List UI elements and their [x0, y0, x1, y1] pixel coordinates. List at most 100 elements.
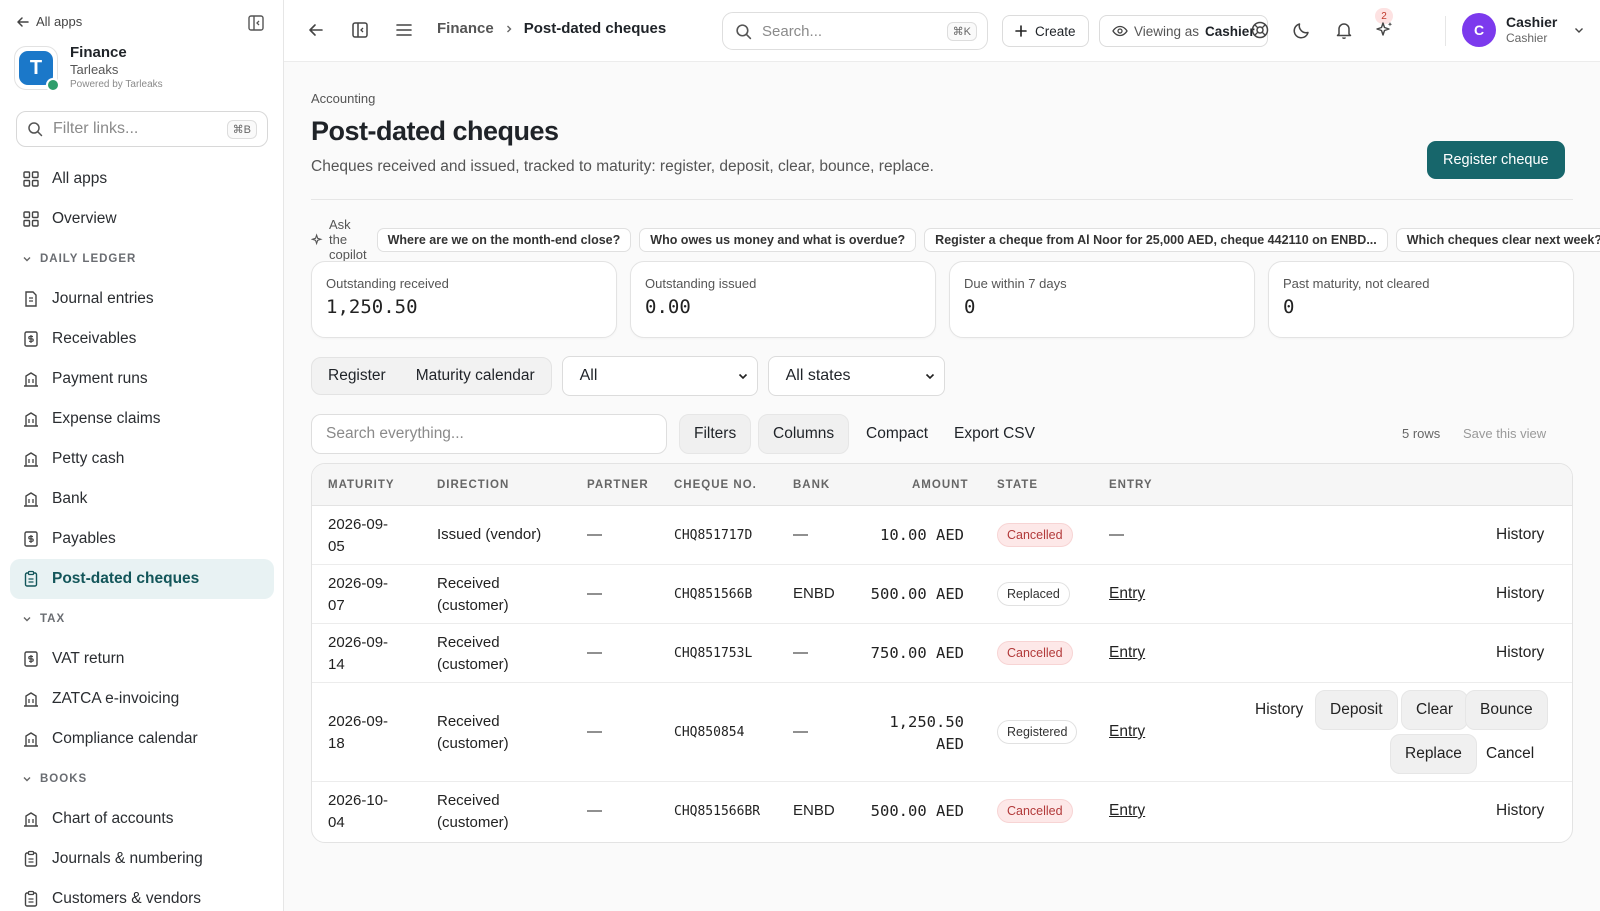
chevron-down-icon	[924, 370, 936, 382]
column-header[interactable]: AMOUNT	[912, 479, 967, 491]
sidebar-item-label: Journal entries	[52, 290, 154, 307]
column-header[interactable]: BANK	[793, 479, 830, 491]
table-row[interactable]: 2026-09- 14 Received (customer) — CHQ85175…	[312, 624, 1572, 683]
entry-link[interactable]: Entry	[1109, 800, 1145, 822]
sidebar-item-journal-entries[interactable]: Journal entries	[10, 279, 274, 319]
topbar: Finance Post-dated cheques Search... ⌘K …	[284, 0, 1600, 62]
section-books[interactable]: BOOKS	[10, 759, 274, 799]
user-menu[interactable]: C Cashier Cashier	[1462, 13, 1585, 47]
moon-icon[interactable]	[1292, 20, 1312, 40]
sidebar-item-overview[interactable]: Overview	[10, 199, 274, 239]
back-arrow-icon[interactable]	[306, 20, 326, 40]
table-row[interactable]: 2026-10- 04 Received (customer) — CHQ85156…	[312, 782, 1572, 842]
all-apps-link[interactable]: All apps	[16, 14, 82, 29]
history-button[interactable]: History	[1482, 515, 1558, 555]
column-header[interactable]: PARTNER	[587, 479, 649, 491]
sidebar-item-post-dated-cheques[interactable]: Post-dated cheques	[10, 559, 274, 599]
history-button[interactable]: History	[1482, 791, 1558, 831]
menu-icon[interactable]	[394, 20, 414, 40]
column-header[interactable]: MATURITY	[328, 479, 395, 491]
sidebar-item-petty-cash[interactable]: Petty cash	[10, 439, 274, 479]
replace-button[interactable]: Replace	[1390, 734, 1477, 774]
export-csv-button[interactable]: Export CSV	[940, 414, 1049, 454]
history-button[interactable]: History	[1482, 633, 1558, 673]
tab-register[interactable]: Register	[315, 361, 399, 391]
org-switcher[interactable]: T Finance Tarleaks Powered by Tarleaks	[14, 44, 163, 92]
sidebar-item-chart-of-accounts[interactable]: Chart of accounts	[10, 799, 274, 839]
search-icon	[735, 23, 752, 40]
sidebar-item-receivables[interactable]: Receivables	[10, 319, 274, 359]
kpi-label: Outstanding received	[326, 276, 449, 291]
cell-state: Cancelled	[997, 799, 1073, 823]
copilot-chip[interactable]: Which cheques clear next week?	[1395, 227, 1600, 252]
filter-shortcut: ⌘B	[226, 119, 257, 139]
columns-button[interactable]: Columns	[758, 414, 850, 454]
collapse-sidebar-icon[interactable]	[247, 14, 265, 32]
table-row[interactable]: 2026-09- 05 Issued (vendor) — CHQ851717D …	[312, 506, 1572, 565]
user-name: Cashier	[1506, 14, 1558, 30]
bell-icon[interactable]	[1334, 20, 1354, 40]
column-header[interactable]: ENTRY	[1109, 479, 1153, 491]
page-eyebrow: Accounting	[311, 91, 376, 106]
column-header[interactable]: DIRECTION	[437, 479, 509, 491]
sidebar-item-journals-numbering[interactable]: Journals & numbering	[10, 839, 274, 879]
help-icon[interactable]	[1250, 20, 1270, 40]
global-search-input[interactable]: Search... ⌘K	[722, 12, 988, 50]
tab-maturity-calendar[interactable]: Maturity calendar	[403, 361, 548, 391]
sidebar-item-label: Bank	[52, 490, 88, 507]
sidebar-item-payment-runs[interactable]: Payment runs	[10, 359, 274, 399]
sidebar-item-label: All apps	[52, 170, 108, 187]
filters-button[interactable]: Filters	[679, 414, 752, 454]
table-search-input[interactable]: Search everything...	[311, 414, 667, 454]
sparkle-icon[interactable]	[1375, 20, 1395, 40]
column-header[interactable]: CHEQUE NO.	[674, 479, 757, 491]
viewing-as-button[interactable]: Viewing as Cashier	[1099, 15, 1268, 47]
toggle-panel-icon[interactable]	[350, 20, 370, 40]
sidebar-item-customers-vendors[interactable]: Customers & vendors	[10, 879, 274, 911]
copilot-chip[interactable]: Where are we on the month-end close?	[376, 227, 632, 252]
sidebar-item-payables[interactable]: Payables	[10, 519, 274, 559]
cancel-button[interactable]: Cancel	[1472, 734, 1548, 774]
sidebar-item-zatca[interactable]: ZATCA e-invoicing	[10, 679, 274, 719]
section-tax[interactable]: TAX	[10, 599, 274, 639]
section-daily-ledger[interactable]: DAILY LEDGER	[10, 239, 274, 279]
filter-links-input[interactable]: Filter links... ⌘B	[16, 111, 268, 147]
create-button[interactable]: Create	[1002, 15, 1089, 47]
history-button[interactable]: History	[1241, 690, 1317, 730]
state-select[interactable]: All states	[767, 356, 945, 396]
entry-link[interactable]: Entry	[1109, 642, 1145, 664]
table-row[interactable]: 2026-09- 07 Received (customer) — CHQ85156…	[312, 565, 1572, 624]
sidebar-item-all-apps[interactable]: All apps	[10, 159, 274, 199]
column-header[interactable]: STATE	[997, 479, 1038, 491]
clear-button[interactable]: Clear	[1401, 690, 1469, 730]
direction-select[interactable]: All	[561, 356, 758, 396]
sidebar-item-bank[interactable]: Bank	[10, 479, 274, 519]
deposit-button[interactable]: Deposit	[1315, 690, 1398, 730]
sidebar-item-compliance-calendar[interactable]: Compliance calendar	[10, 719, 274, 759]
table-row[interactable]: 2026-09- 18 Received (customer) — CHQ85085…	[312, 683, 1572, 782]
eye-icon	[1112, 23, 1128, 39]
viewing-as-role: Cashier	[1205, 23, 1255, 39]
kpi-cards: Outstanding received 1,250.50 Outstandin…	[311, 261, 1574, 338]
entry-link[interactable]: Entry	[1109, 721, 1145, 743]
cell-entry: —	[1109, 526, 1124, 543]
copilot-label-text: Ask the copilot	[329, 217, 367, 262]
sidebar-item-vat-return[interactable]: VAT return	[10, 639, 274, 679]
entry-link[interactable]: Entry	[1109, 583, 1145, 605]
register-cheque-button[interactable]: Register cheque	[1427, 141, 1565, 179]
history-button[interactable]: History	[1482, 574, 1558, 614]
compact-button[interactable]: Compact	[852, 414, 942, 454]
breadcrumb-finance[interactable]: Finance	[437, 20, 494, 37]
kpi-outstanding-received: Outstanding received 1,250.50	[311, 261, 617, 338]
bounce-button[interactable]: Bounce	[1465, 690, 1548, 730]
cell-partner: —	[587, 802, 602, 819]
document-icon	[22, 290, 40, 308]
cell-maturity: 2026-09- 07	[328, 575, 389, 614]
sidebar-item-expense-claims[interactable]: Expense claims	[10, 399, 274, 439]
save-view-button[interactable]: Save this view	[1463, 426, 1546, 441]
copilot-chip[interactable]: Register a cheque from Al Noor for 25,00…	[924, 227, 1388, 252]
breadcrumb-current: Post-dated cheques	[523, 20, 667, 37]
chevron-right-icon	[504, 24, 514, 34]
direction-select-value: All	[579, 367, 598, 384]
copilot-chip[interactable]: Who owes us money and what is overdue?	[639, 227, 917, 252]
